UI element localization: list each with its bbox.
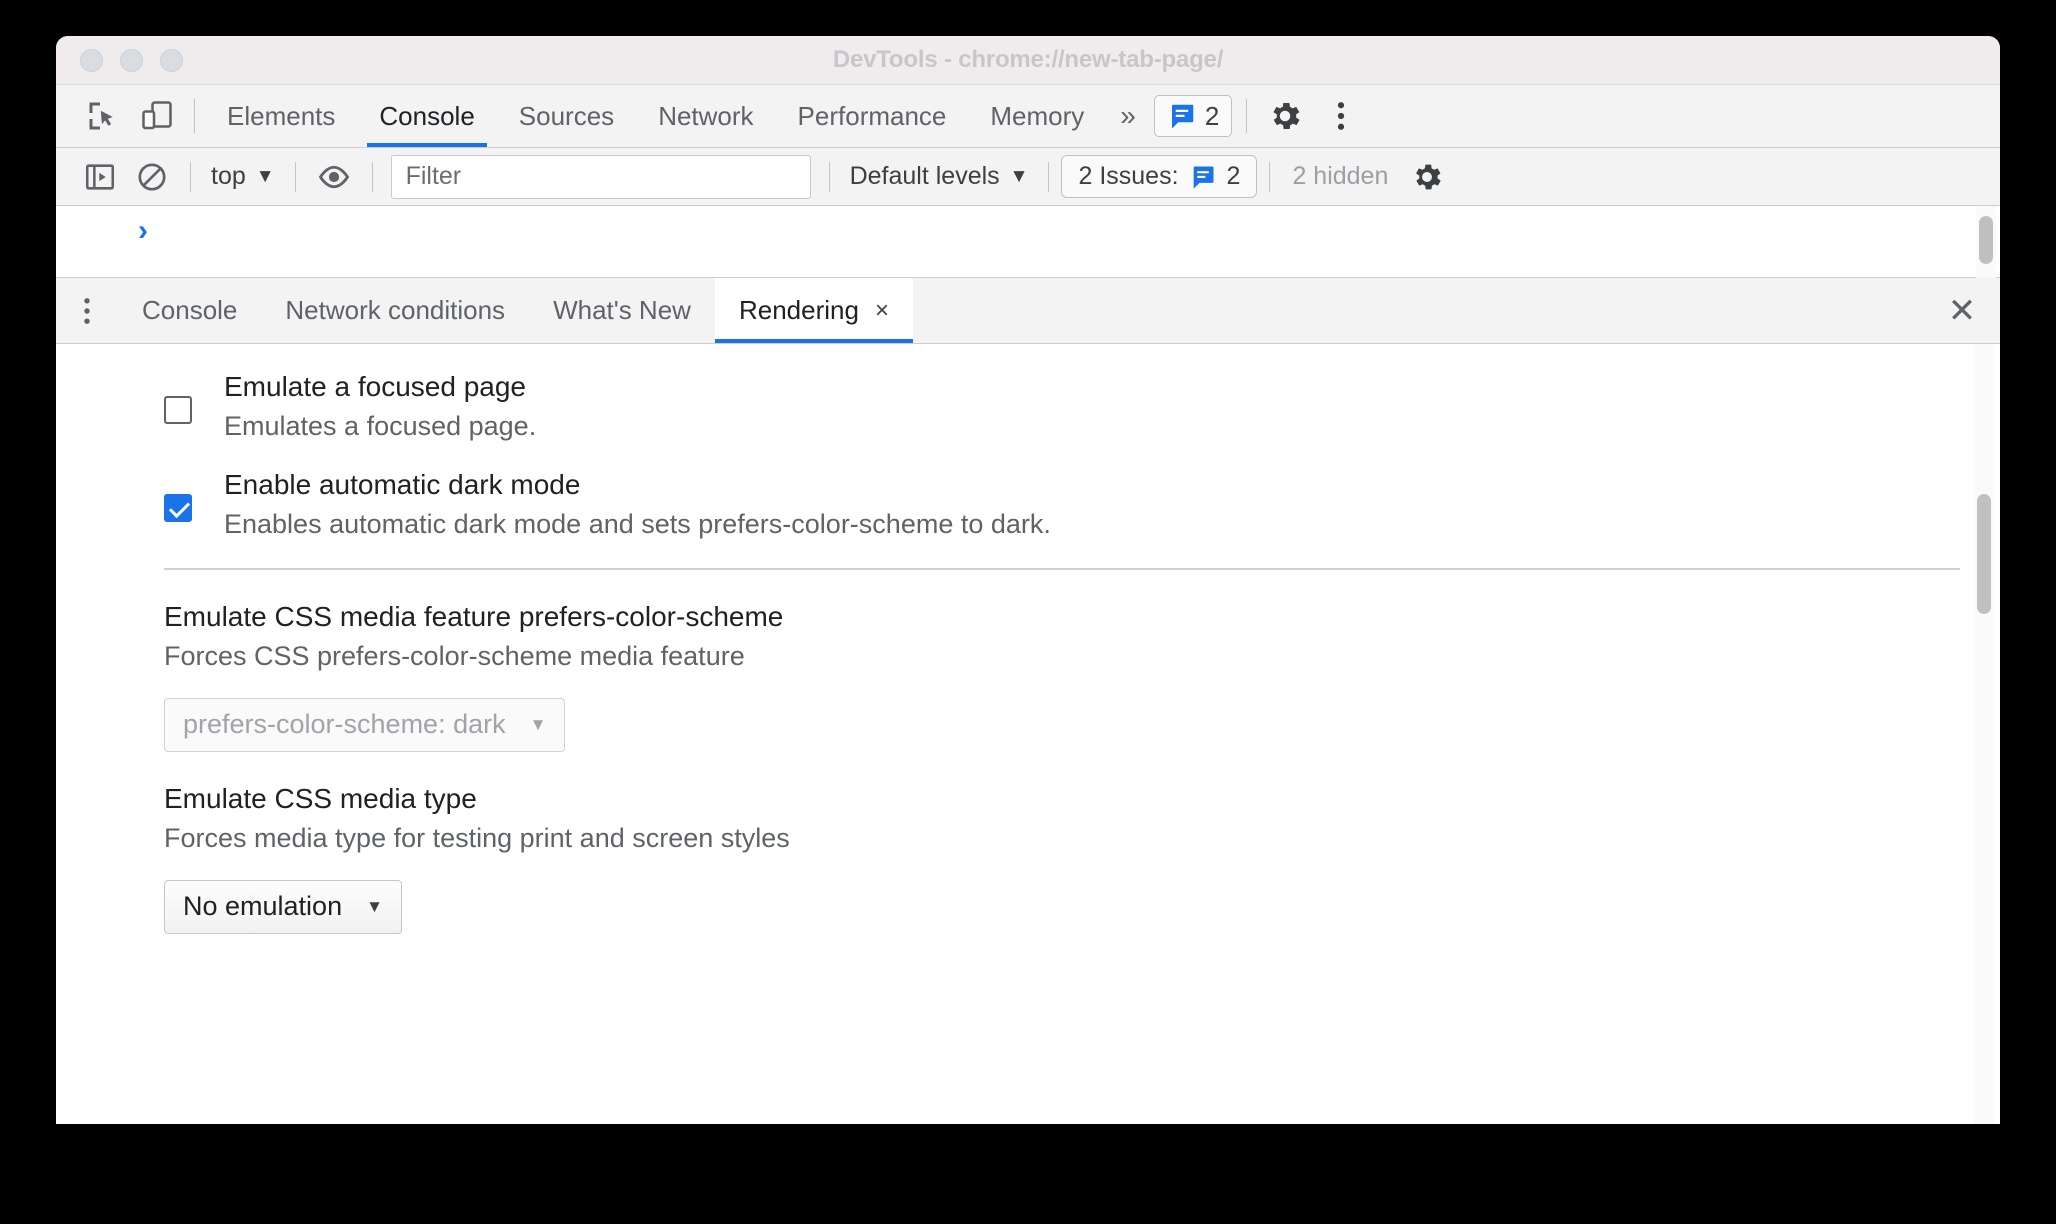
console-toolbar: top ▼ Default levels ▼ 2 Issues:: [56, 148, 2000, 206]
drawer-tab-console[interactable]: Console: [118, 278, 261, 343]
device-toolbar-icon[interactable]: [130, 85, 184, 147]
emulate-focused-page-checkbox[interactable]: [164, 396, 192, 424]
tab-elements[interactable]: Elements: [205, 85, 357, 147]
setting-css-media-type: Emulate CSS media type Forces media type…: [56, 782, 2000, 934]
log-levels-selector[interactable]: Default levels ▼: [842, 162, 1037, 191]
overflow-glyph: »: [1120, 100, 1136, 131]
console-issues-button[interactable]: 2 Issues: 2: [1061, 155, 1258, 198]
setting-title: Enable automatic dark mode: [224, 468, 581, 500]
maximize-window-button[interactable]: [160, 48, 183, 72]
gear-icon[interactable]: [1257, 85, 1313, 147]
drawer-tabbar-spacer: [913, 278, 1924, 343]
drawer-tab-rendering[interactable]: Rendering ×: [714, 278, 913, 343]
issue-message-icon: [1167, 101, 1197, 131]
drawer-tab-label: What's New: [553, 295, 691, 325]
levels-label: Default levels: [849, 162, 1000, 190]
close-tab-icon[interactable]: ×: [875, 298, 889, 323]
automatic-dark-mode-checkbox[interactable]: [164, 493, 192, 522]
setting-title: Emulate CSS media feature prefers-color-…: [164, 600, 784, 632]
drawer-tab-whats-new[interactable]: What's New: [529, 278, 715, 343]
console-toolbar-divider-1: [190, 161, 191, 192]
issues-badge-button[interactable]: 2: [1153, 95, 1233, 137]
issues-label: 2 Issues:: [1078, 162, 1179, 190]
console-output-area[interactable]: ›: [56, 206, 2000, 278]
setting-text: Enable automatic dark mode Enables autom…: [224, 468, 1051, 540]
section-divider: [164, 567, 1960, 570]
setting-description: Enables automatic dark mode and sets pre…: [224, 508, 1051, 539]
setting-description: Forces CSS prefers-color-scheme media fe…: [164, 640, 745, 671]
tab-sources[interactable]: Sources: [497, 85, 636, 147]
tab-memory[interactable]: Memory: [968, 85, 1106, 147]
filter-input[interactable]: [390, 154, 811, 199]
console-scrollbar-thumb[interactable]: [1979, 216, 1993, 264]
close-drawer-icon[interactable]: ✕: [1924, 278, 2000, 343]
execution-context-selector[interactable]: top ▼: [203, 162, 283, 191]
console-toolbar-divider-2: [294, 161, 296, 192]
console-settings-gear-icon[interactable]: [1398, 148, 1456, 205]
rendering-scrollbar[interactable]: [1974, 344, 1994, 1124]
tab-console[interactable]: Console: [357, 85, 496, 147]
window-title: DevTools - chrome://new-tab-page/: [832, 46, 1224, 73]
rendering-panel: Emulate a focused page Emulates a focuse…: [56, 344, 2000, 1124]
inspect-element-icon[interactable]: [76, 85, 130, 147]
select-value: No emulation: [183, 891, 343, 922]
drawer-tab-network-conditions[interactable]: Network conditions: [261, 278, 529, 343]
setting-title: Emulate a focused page: [224, 371, 526, 402]
more-tabs-chevron-icon[interactable]: »: [1106, 85, 1150, 147]
close-window-button[interactable]: [80, 48, 103, 72]
drawer-tab-label: Console: [142, 295, 238, 325]
prefers-color-scheme-select[interactable]: prefers-color-scheme: dark ▼: [164, 697, 566, 752]
console-toolbar-divider-6: [1269, 161, 1271, 192]
setting-prefers-color-scheme: Emulate CSS media feature prefers-color-…: [56, 600, 2000, 752]
tab-label: Memory: [990, 100, 1085, 131]
setting-title: Emulate CSS media type: [164, 782, 477, 814]
more-vertical-icon[interactable]: [1313, 85, 1369, 147]
hidden-messages-label: 2 hidden: [1292, 162, 1389, 190]
minimize-window-button[interactable]: [120, 48, 143, 72]
setting-text: Emulate a focused page Emulates a focuse…: [224, 370, 536, 442]
tab-label: Sources: [518, 100, 615, 131]
rendering-scrollbar-thumb[interactable]: [1977, 494, 1991, 614]
issue-message-icon: [1189, 163, 1217, 191]
chevron-down-icon: ▼: [366, 896, 383, 916]
console-toolbar-divider-3: [371, 161, 373, 192]
console-prompt-caret: ›: [138, 214, 148, 247]
setting-emulate-focused-page[interactable]: Emulate a focused page Emulates a focuse…: [56, 370, 2000, 442]
tab-label: Network: [658, 100, 754, 131]
console-toolbar-divider-4: [828, 161, 830, 192]
select-value: prefers-color-scheme: dark: [183, 709, 506, 740]
tab-network[interactable]: Network: [636, 85, 775, 147]
devtools-window: DevTools - chrome://new-tab-page/ Elemen…: [56, 36, 2000, 1124]
chevron-down-icon: ▼: [255, 165, 275, 187]
title-bar: DevTools - chrome://new-tab-page/: [56, 36, 2000, 85]
setting-automatic-dark-mode[interactable]: Enable automatic dark mode Enables autom…: [56, 468, 2000, 540]
traffic-lights: [80, 48, 183, 72]
tab-label: Console: [379, 100, 475, 131]
issues-count: 2: [1204, 100, 1220, 131]
toolbar-divider: [194, 99, 195, 133]
chevron-down-icon: ▼: [529, 714, 547, 734]
drawer-tab-label: Rendering: [738, 295, 859, 325]
issues-count: 2: [1226, 162, 1241, 190]
setting-description: Forces media type for testing print and …: [164, 822, 790, 853]
live-expression-eye-icon[interactable]: [308, 148, 360, 205]
drawer-more-vertical-icon[interactable]: [56, 278, 118, 343]
chevron-down-icon: ▼: [1009, 165, 1029, 187]
tab-label: Performance: [797, 100, 947, 131]
tab-performance[interactable]: Performance: [776, 85, 969, 147]
tab-label: Elements: [227, 100, 336, 131]
main-tab-bar: Elements Console Sources Network Perform…: [56, 85, 2000, 148]
toolbar-divider-2: [1246, 99, 1248, 133]
clear-console-icon[interactable]: [126, 148, 178, 205]
setting-description: Emulates a focused page.: [224, 410, 537, 441]
css-media-type-select[interactable]: No emulation ▼: [164, 879, 402, 934]
drawer-tab-bar: Console Network conditions What's New Re…: [56, 278, 2000, 344]
console-scrollbar[interactable]: [1976, 206, 1996, 278]
console-toolbar-divider-5: [1048, 161, 1050, 192]
context-label: top: [211, 162, 246, 190]
drawer-tab-label: Network conditions: [285, 295, 506, 325]
console-sidebar-icon[interactable]: [74, 148, 126, 205]
